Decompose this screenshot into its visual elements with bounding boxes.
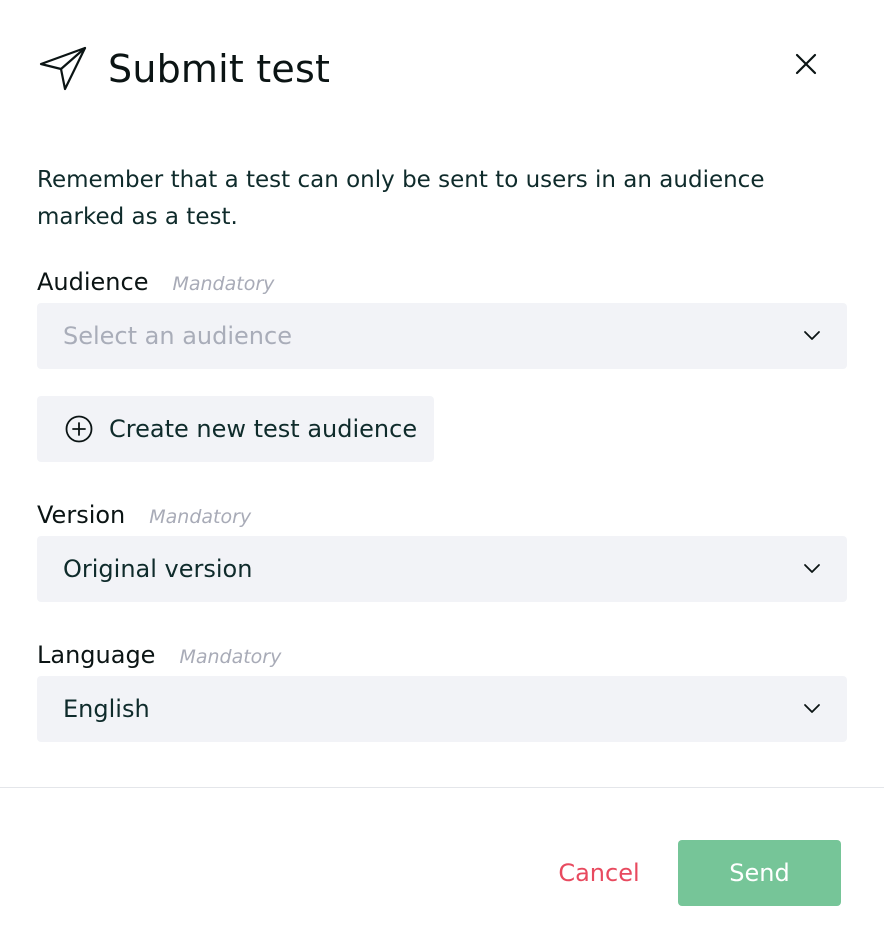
version-label: Version (37, 501, 126, 529)
language-label-row: Language Mandatory (37, 641, 281, 669)
language-mandatory-hint: Mandatory (179, 646, 282, 668)
audience-select-placeholder: Select an audience (63, 322, 292, 350)
chevron-down-icon (804, 331, 820, 340)
send-icon (39, 46, 87, 91)
language-select-value: English (63, 695, 150, 723)
submit-test-dialog: Submit test Remember that a test can onl… (0, 0, 884, 950)
intro-text: Remember that a test can only be sent to… (37, 167, 765, 230)
language-label: Language (37, 641, 156, 669)
audience-label: Audience (37, 268, 149, 296)
cancel-button[interactable]: Cancel (542, 840, 656, 906)
version-mandatory-hint: Mandatory (149, 506, 252, 528)
chevron-down-icon (804, 564, 820, 573)
create-test-audience-button[interactable]: Create new test audience (37, 396, 434, 462)
audience-label-row: Audience Mandatory (37, 268, 274, 296)
dialog-title: Submit test (108, 47, 331, 91)
create-test-audience-label: Create new test audience (109, 415, 418, 443)
send-button[interactable]: Send (678, 840, 841, 906)
audience-mandatory-hint: Mandatory (172, 273, 275, 295)
audience-select[interactable]: Select an audience (37, 303, 847, 369)
footer-divider (0, 787, 884, 788)
dialog-header: Submit test (0, 0, 884, 140)
version-label-row: Version Mandatory (37, 501, 251, 529)
close-icon[interactable] (788, 46, 824, 82)
plus-circle-icon (65, 415, 93, 443)
language-select[interactable]: English (37, 676, 847, 742)
version-select-value: Original version (63, 555, 253, 583)
version-select[interactable]: Original version (37, 536, 847, 602)
chevron-down-icon (804, 704, 820, 713)
